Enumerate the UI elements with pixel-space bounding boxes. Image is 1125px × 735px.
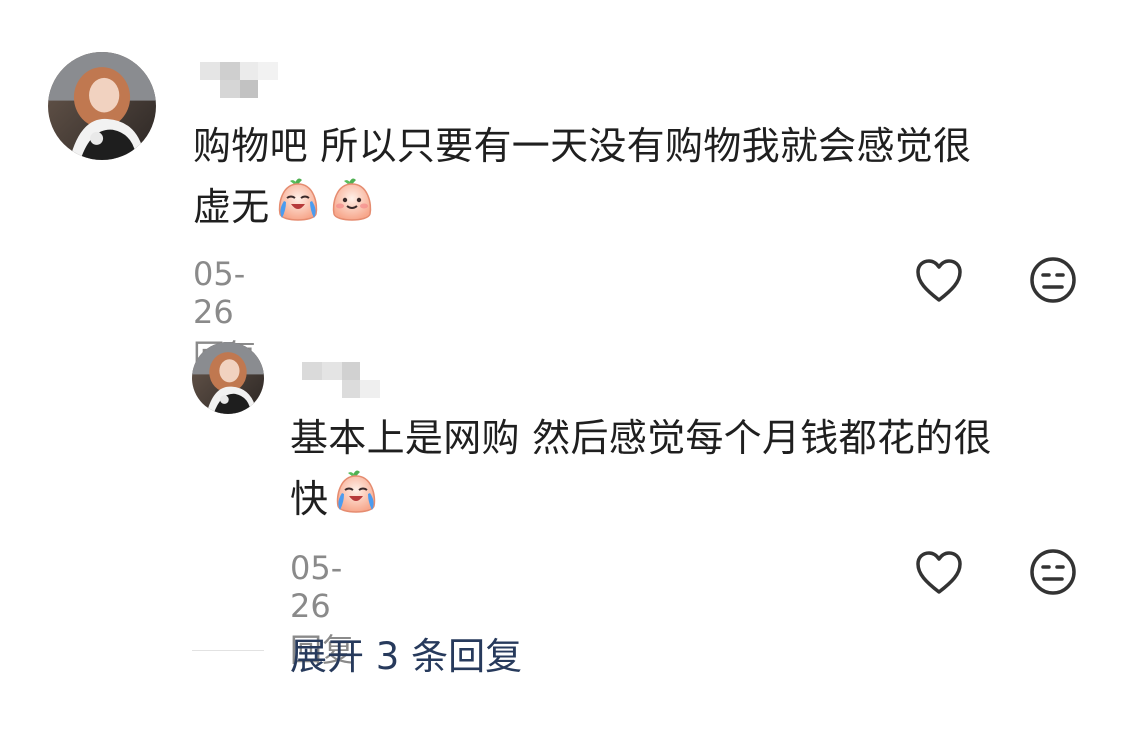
comment-date: 05-26 xyxy=(193,255,246,331)
comment-text-line: 基本上是网购 然后感觉每个月钱都花的很 xyxy=(290,416,992,460)
comment-date: 05-26 xyxy=(290,549,343,625)
avatar[interactable] xyxy=(192,342,264,414)
heart-icon xyxy=(916,259,962,302)
unimpressed-face-icon xyxy=(1030,257,1076,303)
comment-text-line: 快 xyxy=(290,477,329,521)
smiling-peach-emoji xyxy=(326,174,378,241)
like-button[interactable] xyxy=(914,258,964,304)
blurred-username[interactable] xyxy=(196,60,286,100)
crying-peach-emoji xyxy=(330,466,382,533)
dislike-button[interactable] xyxy=(1029,256,1077,304)
dislike-button[interactable] xyxy=(1029,548,1077,596)
unimpressed-face-icon xyxy=(1030,549,1076,595)
comment-text: 购物吧 所以只要有一天没有购物我就会感觉很 虚无 xyxy=(193,118,1093,241)
heart-icon xyxy=(916,551,962,594)
comment-text-line: 虚无 xyxy=(193,185,270,229)
avatar[interactable] xyxy=(48,52,156,160)
blurred-username[interactable] xyxy=(298,360,388,400)
expand-divider xyxy=(192,650,264,651)
comment-text: 基本上是网购 然后感觉每个月钱都花的很 快 xyxy=(290,410,1100,533)
like-button[interactable] xyxy=(914,550,964,596)
crying-peach-emoji xyxy=(272,174,324,241)
comment-text-line: 购物吧 所以只要有一天没有购物我就会感觉很 xyxy=(193,124,972,168)
expand-replies-button[interactable]: 展开 3 条回复 xyxy=(290,626,522,680)
